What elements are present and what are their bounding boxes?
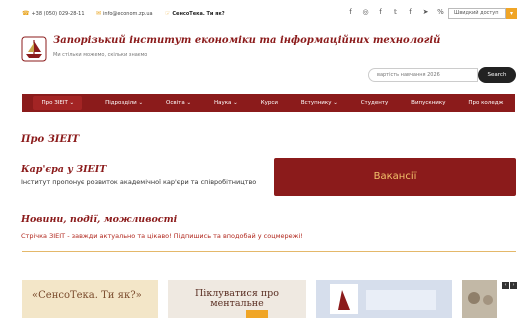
news-card[interactable]: «СенсоТека. Ти як?»	[22, 280, 158, 318]
about-heading: Про ЗІЕІТ	[21, 134, 80, 145]
vacancies-button[interactable]: Вакансії	[274, 158, 516, 196]
phone-number: +38 (050) 029-28-11	[31, 10, 85, 17]
facebook-icon[interactable]: f	[376, 7, 385, 18]
nav-item-students[interactable]: Студенту	[361, 100, 389, 106]
institute-logo[interactable]	[21, 36, 47, 62]
news-card-title: Піклуватися про ментальне	[195, 288, 279, 309]
telegram-icon[interactable]: ➤	[421, 7, 430, 18]
nav-item-education[interactable]: Освіта ⌄	[166, 100, 191, 106]
nav-item-departments[interactable]: Підрозділи ⌄	[105, 100, 143, 106]
nav-item-college[interactable]: Про коледж	[468, 100, 503, 106]
facebook-icon[interactable]: f	[406, 7, 415, 18]
news-card[interactable]	[462, 280, 497, 318]
news-heading: Новини, події, можливості	[21, 214, 178, 225]
nav-item-graduates[interactable]: Випускнику	[411, 100, 445, 106]
link-icon[interactable]: %	[436, 7, 445, 18]
carousel-next-button[interactable]: ›	[510, 282, 517, 289]
email-contact[interactable]: ✉ info@econom.zp.ua	[96, 10, 153, 17]
envelope-icon: ✉	[96, 10, 102, 17]
hand-icon: ☞	[165, 10, 171, 17]
social-links: f ◎ f 𝕥 f ➤ %	[346, 7, 445, 18]
email-address: info@econom.zp.ua	[103, 10, 153, 17]
nav-item-science[interactable]: Наука ⌄	[214, 100, 238, 106]
instagram-icon[interactable]: ◎	[361, 7, 370, 18]
twitter-icon[interactable]: 𝕥	[391, 7, 400, 18]
chevron-down-icon[interactable]: ▾	[506, 8, 517, 19]
news-card[interactable]	[316, 280, 452, 318]
main-nav: Про ЗІЕІТ ⌄ Підрозділи ⌄ Освіта ⌄ Наука …	[22, 94, 515, 112]
search-input[interactable]	[368, 68, 478, 82]
news-description: Стрічка ЗІЕІТ - завжди актуально та ціка…	[21, 232, 303, 240]
career-description: Інститут пропонує розвиток академічної к…	[21, 178, 257, 186]
search-button[interactable]: Search	[478, 67, 516, 83]
news-card-image	[316, 280, 452, 318]
promo-label: СенсоТека. Ти як?	[172, 10, 225, 17]
institute-motto: Ми стільки можемо, скільки знаємо	[53, 52, 148, 58]
news-card[interactable]: Піклуватися про ментальне	[168, 280, 306, 318]
news-card-image	[462, 280, 497, 318]
nav-item-courses[interactable]: Курси	[261, 100, 278, 106]
play-icon[interactable]	[246, 310, 268, 318]
nav-item-about[interactable]: Про ЗІЕІТ ⌄	[33, 96, 83, 110]
nav-item-applicants[interactable]: Вступнику ⌄	[301, 100, 338, 106]
carousel-prev-button[interactable]: ‹	[502, 282, 509, 289]
promo-link[interactable]: ☞ СенсоТека. Ти як?	[165, 10, 225, 17]
phone-icon: ☎	[22, 10, 30, 17]
news-card-title: «СенсоТека. Ти як?»	[32, 290, 142, 301]
top-bar: ☎ +38 (050) 029-28-11 ✉ info@econom.zp.u…	[0, 0, 529, 31]
phone-contact[interactable]: ☎ +38 (050) 029-28-11	[22, 10, 85, 17]
facebook-icon[interactable]: f	[346, 7, 355, 18]
quick-access-select[interactable]: Швидкий доступ	[448, 8, 506, 19]
institute-name[interactable]: Запорізький інститут економіки та інформ…	[53, 35, 440, 46]
career-heading: Кар'єра у ЗІЕІТ	[21, 164, 107, 175]
section-divider	[22, 251, 516, 252]
